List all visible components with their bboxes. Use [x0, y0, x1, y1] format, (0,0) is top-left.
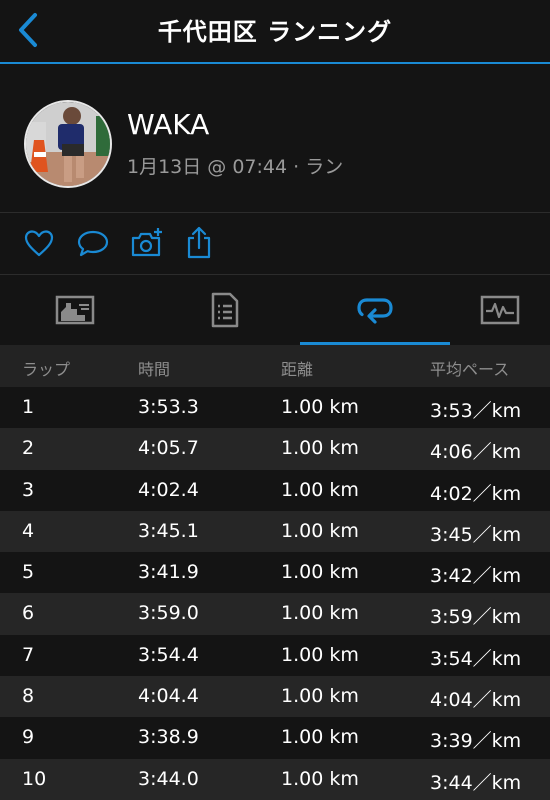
- share-button[interactable]: [182, 226, 216, 260]
- details-list-icon: [211, 292, 239, 328]
- avatar-photo: [26, 102, 110, 186]
- lap-avg-pace: 3:54／km: [430, 647, 522, 670]
- lap-time: 3:41.9: [138, 561, 199, 584]
- action-bar: [0, 212, 550, 275]
- lap-distance: 1.00 km: [281, 437, 359, 460]
- table-row[interactable]: 4 3:45.1 1.00 km 3:45／km: [0, 510, 550, 553]
- activity-profile: WAKA 1月13日 @ 07:44 · ラン: [0, 64, 550, 213]
- nav-header: 千代田区 ランニング: [0, 0, 550, 64]
- lap-time: 4:05.7: [138, 437, 199, 460]
- lap-distance: 1.00 km: [281, 478, 359, 501]
- comment-button[interactable]: [76, 226, 110, 260]
- lap-number: 3: [22, 478, 35, 501]
- laps-icon: [357, 297, 393, 324]
- table-row[interactable]: 10 3:44.0 1.00 km 3:44／km: [0, 758, 550, 800]
- add-photo-button[interactable]: [130, 226, 164, 260]
- lap-avg-pace: 4:04／km: [430, 689, 522, 712]
- lap-avg-pace: 3:45／km: [430, 523, 522, 546]
- lap-time: 4:04.4: [138, 685, 199, 708]
- lap-avg-pace: 4:02／km: [430, 482, 522, 505]
- avatar[interactable]: [24, 100, 112, 188]
- lap-time: 4:02.4: [138, 478, 199, 501]
- lap-time: 3:53.3: [138, 396, 199, 418]
- lap-time: 3:45.1: [138, 519, 199, 542]
- activity-tabs: [0, 275, 550, 345]
- like-button[interactable]: [22, 226, 56, 260]
- lap-distance: 1.00 km: [281, 726, 359, 749]
- column-header-time: 時間: [138, 360, 171, 379]
- lap-distance: 1.00 km: [281, 602, 359, 625]
- lap-distance: 1.00 km: [281, 396, 359, 418]
- laps-table-header: ラップ 時間 距離 平均ペース: [0, 345, 550, 387]
- lap-number: 9: [22, 726, 35, 749]
- table-row[interactable]: 6 3:59.0 1.00 km 3:59／km: [0, 593, 550, 635]
- column-header-distance: 距離: [281, 360, 314, 379]
- lap-distance: 1.00 km: [281, 561, 359, 584]
- lap-number: 10: [22, 767, 47, 790]
- lap-distance: 1.00 km: [281, 685, 359, 708]
- lap-avg-pace: 3:42／km: [430, 565, 522, 588]
- lap-number: 6: [22, 602, 35, 625]
- lap-time: 3:38.9: [138, 726, 199, 749]
- lap-distance: 1.00 km: [281, 767, 359, 790]
- lap-number: 4: [22, 519, 35, 542]
- page-title: 千代田区 ランニング: [157, 18, 393, 46]
- table-row[interactable]: 3 4:02.4 1.00 km 4:02／km: [0, 469, 550, 511]
- graph-icon: [480, 295, 520, 325]
- laps-table-body: 1 3:53.3 1.00 km 3:53／km 2 4:05.7 1.00 k…: [0, 387, 550, 800]
- tab-summary[interactable]: [0, 275, 150, 345]
- tab-graphs[interactable]: [450, 275, 550, 345]
- lap-number: 2: [22, 437, 35, 460]
- table-row[interactable]: 8 4:04.4 1.00 km 4:04／km: [0, 676, 550, 718]
- lap-avg-pace: 3:59／km: [430, 606, 522, 629]
- activity-date-type: 1月13日 @ 07:44 · ラン: [127, 156, 344, 178]
- summary-chart-icon: [55, 295, 95, 325]
- lap-number: 1: [22, 396, 35, 418]
- lap-avg-pace: 3:53／km: [430, 400, 522, 422]
- lap-avg-pace: 3:39／km: [430, 730, 522, 753]
- lap-time: 3:54.4: [138, 643, 199, 666]
- lap-distance: 1.00 km: [281, 519, 359, 542]
- camera-add-icon: [131, 228, 162, 257]
- tab-details[interactable]: [150, 275, 300, 345]
- comment-icon: [77, 230, 109, 257]
- lap-avg-pace: 3:44／km: [430, 771, 522, 794]
- lap-time: 3:59.0: [138, 602, 199, 625]
- lap-number: 8: [22, 685, 35, 708]
- heart-icon: [24, 230, 54, 257]
- tab-laps[interactable]: [300, 275, 450, 345]
- table-row[interactable]: 2 4:05.7 1.00 km 4:06／km: [0, 428, 550, 470]
- table-row[interactable]: 1 3:53.3 1.00 km 3:53／km: [0, 387, 550, 429]
- table-row[interactable]: 5 3:41.9 1.00 km 3:42／km: [0, 552, 550, 594]
- lap-distance: 1.00 km: [281, 643, 359, 666]
- share-icon: [187, 226, 211, 259]
- table-row[interactable]: 9 3:38.9 1.00 km 3:39／km: [0, 717, 550, 759]
- column-header-avg-pace: 平均ペース: [430, 360, 510, 379]
- column-header-lap: ラップ: [22, 360, 71, 379]
- lap-number: 7: [22, 643, 35, 666]
- lap-avg-pace: 4:06／km: [430, 441, 522, 464]
- lap-time: 3:44.0: [138, 767, 199, 790]
- user-name[interactable]: WAKA: [127, 108, 209, 141]
- table-row[interactable]: 7 3:54.4 1.00 km 3:54／km: [0, 634, 550, 677]
- lap-number: 5: [22, 561, 35, 584]
